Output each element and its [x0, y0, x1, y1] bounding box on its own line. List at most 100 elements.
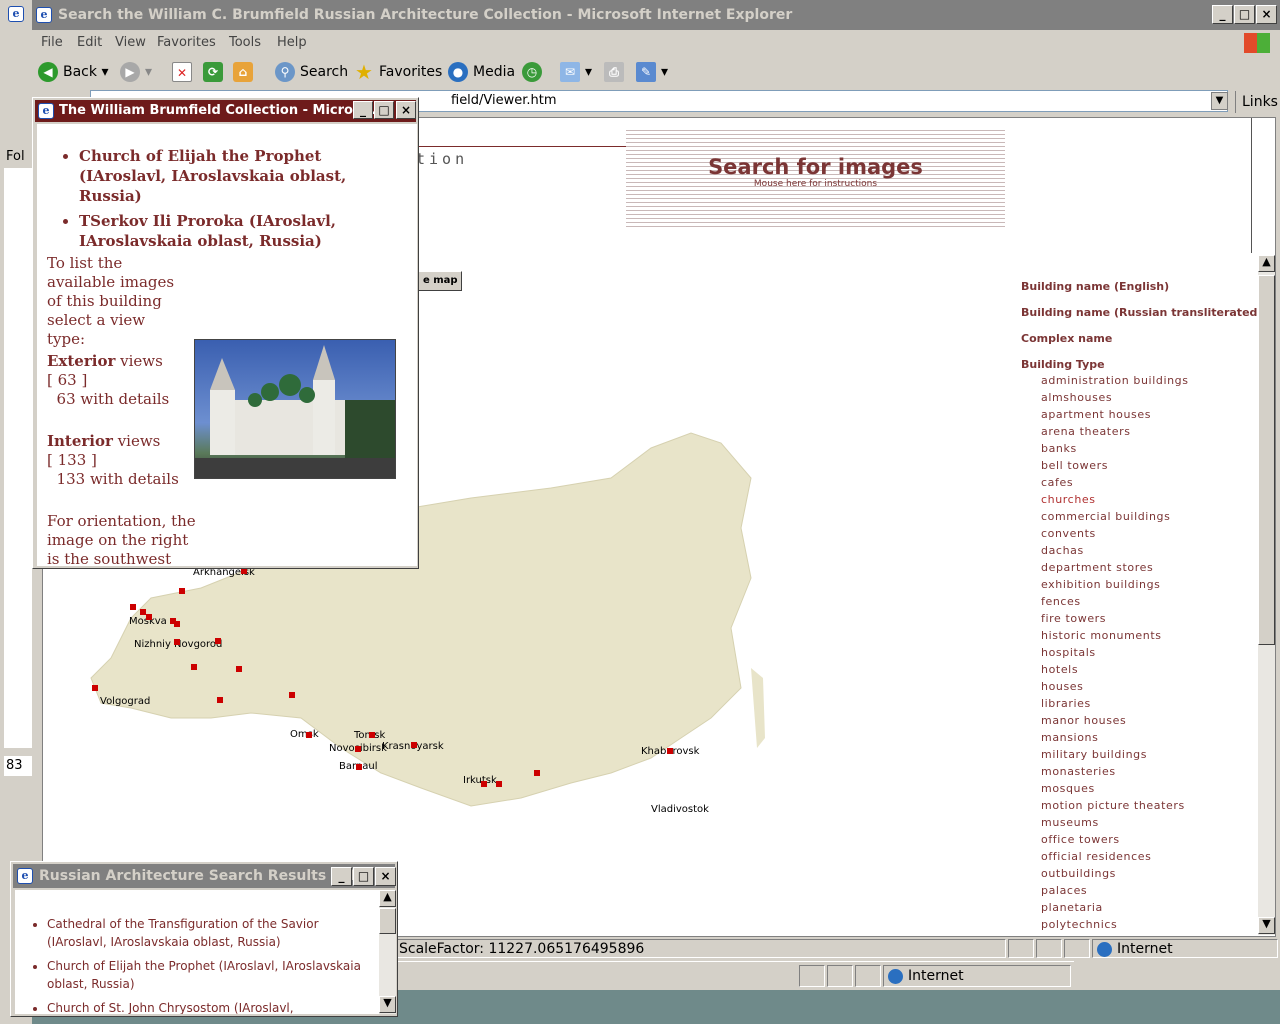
popup-maximize-button[interactable]: □	[374, 101, 394, 119]
building-type-item[interactable]: hospitals	[1041, 646, 1096, 659]
building-type-item[interactable]: office towers	[1041, 833, 1120, 846]
map-marker[interactable]	[217, 697, 223, 703]
back-button[interactable]: ◀ Back ▾	[38, 62, 108, 82]
search-banner[interactable]: Search for images Mouse here for instruc…	[626, 127, 1005, 230]
menu-view[interactable]: View	[115, 35, 146, 50]
building-type-item[interactable]: almshouses	[1041, 391, 1112, 404]
building-name-english-link[interactable]: Church of Elijah the Prophet (IAroslavl,…	[79, 146, 399, 206]
media-button[interactable]: ● Media	[448, 62, 515, 82]
building-type-item[interactable]: polytechnics	[1041, 918, 1117, 931]
results-scrollbar[interactable]: ▲ ▼	[379, 890, 396, 1014]
interior-details[interactable]: 133 with details	[57, 470, 179, 488]
building-type-item[interactable]: arena theaters	[1041, 425, 1131, 438]
criterion-complex-name[interactable]: Complex name	[1021, 332, 1112, 345]
refresh-button[interactable]: ⟳	[203, 62, 228, 82]
favorites-button[interactable]: ★ Favorites	[354, 62, 442, 82]
map-button[interactable]: e map	[416, 271, 462, 291]
map-marker[interactable]	[130, 604, 136, 610]
criterion-building-name-english[interactable]: Building name (English)	[1021, 280, 1169, 293]
building-type-item[interactable]: cafes	[1041, 476, 1073, 489]
building-type-item[interactable]: palaces	[1041, 884, 1087, 897]
building-type-item[interactable]: libraries	[1041, 697, 1091, 710]
forward-button[interactable]: ▶ ▾	[120, 62, 152, 82]
close-button[interactable]: ×	[1256, 5, 1277, 24]
menu-help[interactable]: Help	[277, 35, 307, 50]
building-type-item[interactable]: banks	[1041, 442, 1077, 455]
building-type-item[interactable]: historic monuments	[1041, 629, 1162, 642]
result-item[interactable]: Cathedral of the Transfiguration of the …	[47, 915, 373, 951]
results-scroll-up-button[interactable]: ▲	[379, 890, 396, 907]
building-type-item[interactable]: houses	[1041, 680, 1084, 693]
map-marker[interactable]	[236, 666, 242, 672]
result-item[interactable]: Church of Elijah the Prophet (IAroslavl,…	[47, 957, 373, 993]
building-type-item[interactable]: administration buildings	[1041, 374, 1189, 387]
scroll-up-button[interactable]: ▲	[1258, 255, 1275, 272]
search-button[interactable]: ⚲ Search	[275, 62, 348, 82]
building-type-item[interactable]: dachas	[1041, 544, 1084, 557]
results-minimize-button[interactable]: _	[331, 867, 352, 886]
building-type-item[interactable]: exhibition buildings	[1041, 578, 1161, 591]
map-marker[interactable]	[481, 781, 487, 787]
building-type-item[interactable]: military buildings	[1041, 748, 1147, 761]
maximize-button[interactable]: □	[1234, 5, 1255, 24]
address-dropdown-button[interactable]: ▼	[1211, 92, 1228, 110]
stop-button[interactable]: ✕	[172, 62, 197, 82]
map-marker[interactable]	[667, 748, 673, 754]
map-marker[interactable]	[411, 742, 417, 748]
map-marker[interactable]	[369, 732, 375, 738]
map-marker[interactable]	[146, 614, 152, 620]
print-button[interactable]: ⎙	[604, 62, 629, 82]
church-photo[interactable]	[194, 339, 396, 479]
building-type-item[interactable]: outbuildings	[1041, 867, 1116, 880]
building-type-item[interactable]: convents	[1041, 527, 1096, 540]
map-marker[interactable]	[92, 685, 98, 691]
menu-favorites[interactable]: Favorites	[157, 35, 216, 50]
map-marker[interactable]	[355, 746, 361, 752]
map-marker[interactable]	[534, 770, 540, 776]
criterion-building-name-russian[interactable]: Building name (Russian transliterated)	[1021, 306, 1262, 319]
building-type-item[interactable]: mansions	[1041, 731, 1098, 744]
building-type-item[interactable]: monasteries	[1041, 765, 1116, 778]
results-maximize-button[interactable]: □	[353, 867, 374, 886]
building-type-item[interactable]: bell towers	[1041, 459, 1108, 472]
map-marker[interactable]	[215, 638, 221, 644]
building-type-item[interactable]: hotels	[1041, 663, 1078, 676]
map-marker[interactable]	[191, 664, 197, 670]
map-marker[interactable]	[174, 621, 180, 627]
building-type-item[interactable]: manor houses	[1041, 714, 1126, 727]
page-scrollbar[interactable]: ▲ ▼	[1258, 255, 1275, 935]
result-item[interactable]: Church of St. John Chrysostom (IAroslavl…	[47, 999, 373, 1014]
edit-button[interactable]: ✎ ▾	[636, 62, 668, 82]
results-scroll-down-button[interactable]: ▼	[379, 996, 396, 1013]
building-type-item[interactable]: planetaria	[1041, 901, 1103, 914]
building-type-item[interactable]: fences	[1041, 595, 1081, 608]
minimize-button[interactable]: _	[1212, 5, 1233, 24]
building-type-item[interactable]: official residences	[1041, 850, 1151, 863]
popup-close-button[interactable]: ×	[396, 101, 416, 119]
building-type-item[interactable]: motion picture theaters	[1041, 799, 1185, 812]
map-marker[interactable]	[306, 732, 312, 738]
criterion-building-type[interactable]: Building Type	[1021, 358, 1105, 371]
links-label[interactable]: Links	[1235, 91, 1278, 113]
scroll-thumb[interactable]	[1258, 275, 1275, 645]
map-marker[interactable]	[174, 639, 180, 645]
results-scroll-thumb[interactable]	[379, 908, 396, 934]
interior-count-link[interactable]: [ 133 ]	[47, 451, 97, 469]
building-type-item[interactable]: apartment houses	[1041, 408, 1151, 421]
building-type-item[interactable]: mosques	[1041, 782, 1095, 795]
menu-file[interactable]: File	[41, 35, 63, 50]
scroll-down-button[interactable]: ▼	[1258, 917, 1275, 934]
exterior-details[interactable]: 63 with details	[57, 390, 170, 408]
menu-edit[interactable]: Edit	[77, 35, 102, 50]
building-type-item[interactable]: department stores	[1041, 561, 1153, 574]
mail-button[interactable]: ✉ ▾	[560, 62, 592, 82]
building-type-item[interactable]: museums	[1041, 816, 1099, 829]
menu-tools[interactable]: Tools	[229, 35, 261, 50]
history-button[interactable]: ◷	[522, 62, 547, 82]
building-type-item[interactable]: commercial buildings	[1041, 510, 1170, 523]
popup-minimize-button[interactable]: _	[353, 101, 373, 119]
building-type-item[interactable]: fire towers	[1041, 612, 1106, 625]
map-marker[interactable]	[179, 588, 185, 594]
exterior-count-link[interactable]: [ 63 ]	[47, 371, 87, 389]
map-marker[interactable]	[289, 692, 295, 698]
